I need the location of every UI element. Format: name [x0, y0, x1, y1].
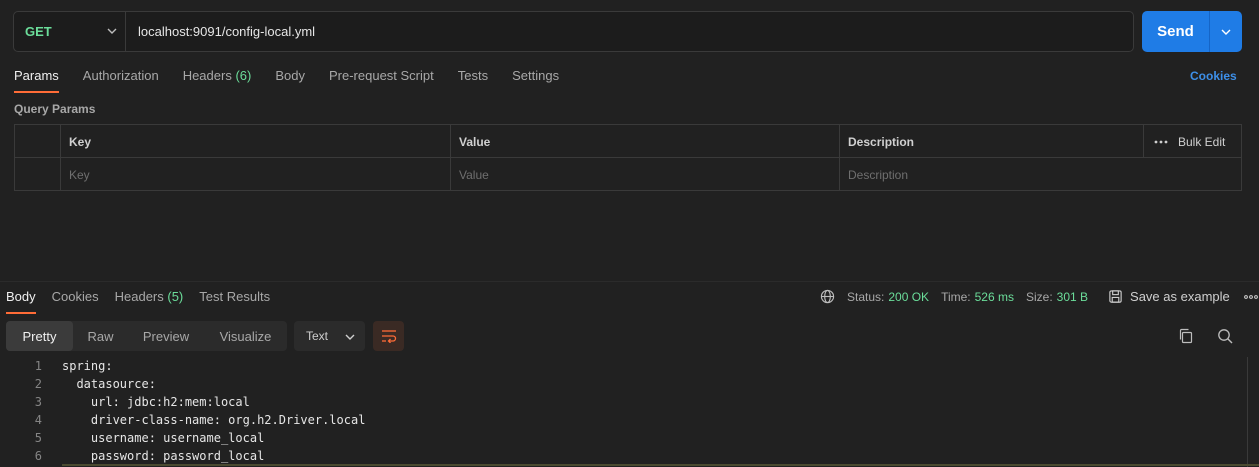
query-params-title: Query Params [14, 102, 96, 116]
response-tabs: Body Cookies Headers (5) Test Results [6, 289, 286, 314]
send-options-button[interactable] [1210, 11, 1242, 52]
line-number: 5 [34, 431, 42, 445]
tab-authorization[interactable]: Authorization [83, 68, 159, 92]
view-raw-button[interactable]: Raw [73, 321, 128, 351]
save-as-example-label: Save as example [1130, 289, 1230, 304]
value-column-header: Value [450, 125, 840, 158]
line-number: 1 [34, 359, 42, 373]
globe-icon[interactable] [820, 289, 835, 304]
table-row: Key Value Description [15, 158, 1241, 191]
method-select[interactable]: GET [14, 12, 126, 51]
time-value[interactable]: 526 ms [975, 290, 1014, 304]
send-button[interactable]: Send [1142, 11, 1210, 52]
divider [62, 464, 1259, 466]
url-input[interactable]: localhost:9091/config-local.yml [138, 24, 315, 39]
response-headers-count: (5) [167, 289, 184, 304]
chevron-down-icon [107, 28, 117, 34]
tab-settings[interactable]: Settings [512, 68, 559, 92]
code-scrollbar[interactable] [1247, 357, 1248, 467]
line-number: 2 [34, 377, 42, 391]
status-value[interactable]: 200 OK [888, 290, 929, 304]
code-text: url: jdbc:h2:mem:local [62, 395, 250, 409]
code-text: datasource: [62, 377, 156, 391]
view-pretty-button[interactable]: Pretty [6, 321, 73, 351]
format-select-label: Text [306, 329, 329, 343]
code-line: 3 url: jdbc:h2:mem:local [0, 393, 1259, 411]
view-mode-group: Pretty Raw Preview Visualize [6, 321, 287, 351]
code-line: 6 password: password_local [0, 447, 1259, 465]
method-label: GET [25, 24, 52, 39]
code-text: driver-class-name: org.h2.Driver.local [62, 413, 366, 427]
response-tab-cookies[interactable]: Cookies [52, 289, 99, 313]
tab-tests[interactable]: Tests [458, 68, 488, 92]
view-preview-button[interactable]: Preview [128, 321, 204, 351]
more-horizontal-icon[interactable] [1243, 294, 1258, 299]
save-icon [1109, 290, 1122, 303]
tab-pre-request-script[interactable]: Pre-request Script [329, 68, 434, 92]
chevron-down-icon [345, 334, 355, 340]
wrap-lines-icon [381, 330, 396, 343]
line-number: 3 [34, 395, 42, 409]
tab-body[interactable]: Body [275, 68, 305, 92]
code-text: username: username_local [62, 431, 265, 445]
response-status-bar: Status: 200 OK Time: 526 ms Size: 301 B Sav… [820, 289, 1258, 304]
line-number: 4 [34, 413, 42, 427]
bulk-edit-button[interactable]: Bulk Edit [1143, 125, 1242, 158]
size-value[interactable]: 301 B [1057, 290, 1088, 304]
send-button-group: Send [1142, 11, 1242, 52]
time-label: Time: [941, 289, 971, 304]
headers-count: (6) [235, 68, 252, 83]
search-icon[interactable] [1217, 328, 1233, 344]
table-header-row: Key Value Description Bulk Edit [15, 125, 1241, 158]
view-visualize-button[interactable]: Visualize [204, 321, 287, 351]
status-label: Status: [847, 289, 885, 304]
size-label: Size: [1025, 289, 1053, 304]
code-text: password: password_local [62, 449, 265, 463]
more-horizontal-icon [1154, 140, 1168, 143]
bulk-edit-label: Bulk Edit [1178, 134, 1226, 149]
line-number: 6 [34, 449, 42, 463]
tab-params[interactable]: Params [14, 68, 59, 93]
tab-headers[interactable]: Headers (6) [183, 68, 252, 92]
request-tabs: Params Authorization Headers (6) Body Pr… [14, 68, 583, 93]
code-line: 5 username: username_local [0, 429, 1259, 447]
row-checkbox-cell [15, 158, 60, 191]
checkbox-column-header [15, 125, 60, 158]
query-params-table: Key Value Description Bulk Edit Key Valu… [14, 124, 1242, 191]
chevron-down-icon [1221, 29, 1231, 35]
cookies-link[interactable]: Cookies [1190, 69, 1237, 83]
response-tab-headers[interactable]: Headers (5) [115, 289, 184, 313]
response-tab-body[interactable]: Body [6, 289, 36, 314]
code-text: spring: [62, 359, 113, 373]
code-line: 4 driver-class-name: org.h2.Driver.local [0, 411, 1259, 429]
save-as-example-button[interactable]: Save as example [1108, 289, 1230, 304]
copy-icon[interactable] [1178, 328, 1194, 344]
key-column-header: Key [60, 125, 450, 158]
wrap-lines-button[interactable] [373, 321, 404, 351]
code-line: 2 datasource: [0, 375, 1259, 393]
response-divider [0, 281, 1259, 282]
description-input[interactable]: Description [839, 158, 1243, 191]
code-line: 1 spring: [0, 357, 1259, 375]
description-column-header: Description [839, 125, 1144, 158]
request-url-bar: GET localhost:9091/config-local.yml [13, 11, 1134, 52]
format-select[interactable]: Text [294, 321, 365, 351]
value-input[interactable]: Value [450, 158, 840, 191]
response-tab-test-results[interactable]: Test Results [199, 289, 270, 313]
response-body-code[interactable]: 1 spring: 2 datasource: 3 url: jdbc:h2:me… [0, 357, 1259, 465]
key-input[interactable]: Key [60, 158, 450, 191]
